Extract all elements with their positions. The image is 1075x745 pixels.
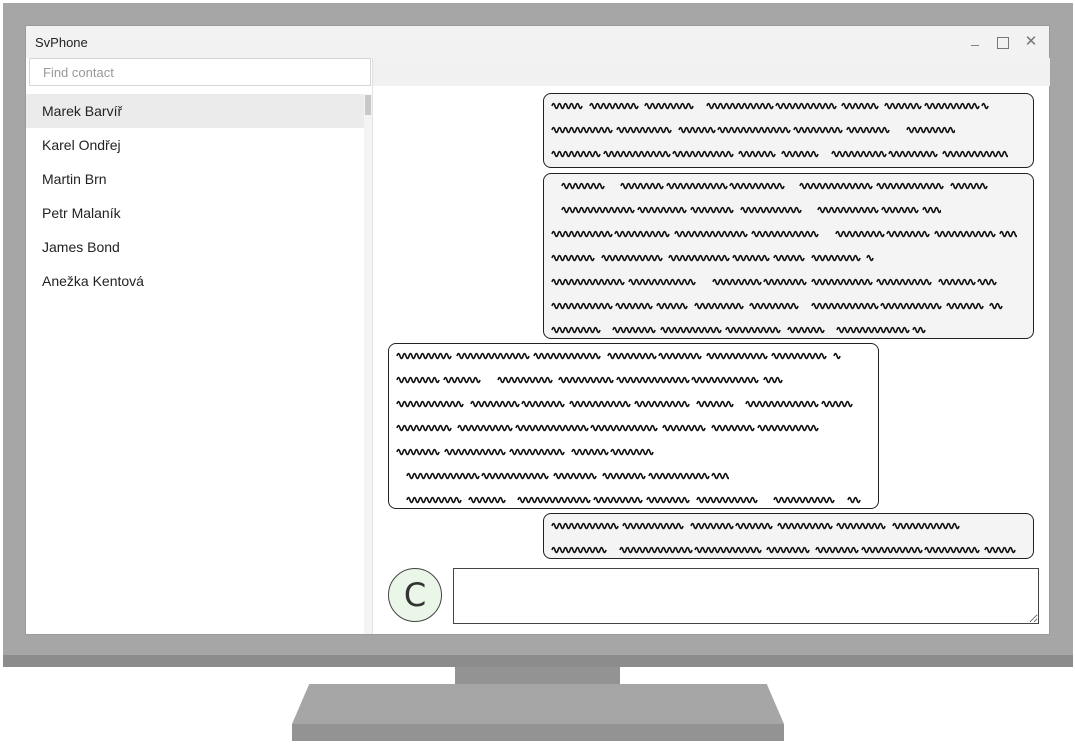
contact-list-scrollbar[interactable] bbox=[364, 94, 372, 634]
message-text-line bbox=[395, 346, 872, 370]
contact-list: Marek Barvíř Karel Ondřej Martin Brn Petr M… bbox=[26, 94, 364, 634]
app-title: SvPhone bbox=[35, 35, 88, 50]
contact-item[interactable]: Anežka Kentová bbox=[26, 264, 364, 298]
message-text-line bbox=[395, 466, 872, 490]
contact-item[interactable]: Martin Brn bbox=[26, 162, 364, 196]
contact-item[interactable]: Karel Ondřej bbox=[26, 128, 364, 162]
chat-header-bar bbox=[372, 58, 1050, 86]
message-text-line bbox=[550, 516, 1027, 540]
scrollbar-thumb[interactable] bbox=[365, 95, 371, 115]
message-text-line bbox=[395, 442, 872, 466]
message-text-line bbox=[395, 394, 872, 418]
close-button[interactable]: ✕ bbox=[1021, 32, 1041, 52]
message-text-line bbox=[550, 144, 1027, 168]
message-text-line bbox=[550, 96, 1027, 120]
contact-item[interactable]: Petr Malaník bbox=[26, 196, 364, 230]
contact-search-input[interactable]: Find contact bbox=[29, 58, 371, 86]
monitor-bezel bbox=[3, 655, 1073, 667]
contact-item[interactable]: James Bond bbox=[26, 230, 364, 264]
app-window: SvPhone _ ✕ Find contact Marek Barvíř Kar… bbox=[26, 26, 1050, 634]
message-text-line bbox=[550, 248, 1027, 272]
monitor-stand bbox=[292, 684, 784, 724]
message-input[interactable] bbox=[453, 568, 1039, 624]
message-text-line bbox=[550, 272, 1027, 296]
contact-item[interactable]: Marek Barvíř bbox=[26, 94, 364, 128]
monitor-stand-base bbox=[292, 724, 784, 741]
minimize-button[interactable]: _ bbox=[965, 28, 985, 48]
message-text-line bbox=[395, 490, 872, 514]
message-text-line bbox=[550, 176, 1027, 200]
message-text-line bbox=[550, 320, 1027, 344]
message-text-line bbox=[395, 418, 872, 442]
maximize-button[interactable] bbox=[993, 32, 1013, 52]
incoming-message-bubble[interactable] bbox=[388, 343, 879, 509]
message-text-line bbox=[550, 120, 1027, 144]
message-text-line bbox=[550, 200, 1027, 224]
pane-divider[interactable] bbox=[372, 86, 373, 634]
outgoing-message-bubble[interactable] bbox=[543, 93, 1034, 168]
message-text-line bbox=[550, 540, 1027, 564]
message-text-line bbox=[395, 370, 872, 394]
message-text-line bbox=[550, 224, 1027, 248]
outgoing-message-bubble[interactable] bbox=[543, 173, 1034, 339]
outgoing-message-bubble[interactable] bbox=[543, 513, 1034, 559]
title-bar: SvPhone _ ✕ bbox=[26, 26, 1049, 58]
maximize-icon bbox=[997, 37, 1009, 50]
message-text-line bbox=[550, 296, 1027, 320]
user-avatar[interactable]: C bbox=[388, 568, 442, 622]
